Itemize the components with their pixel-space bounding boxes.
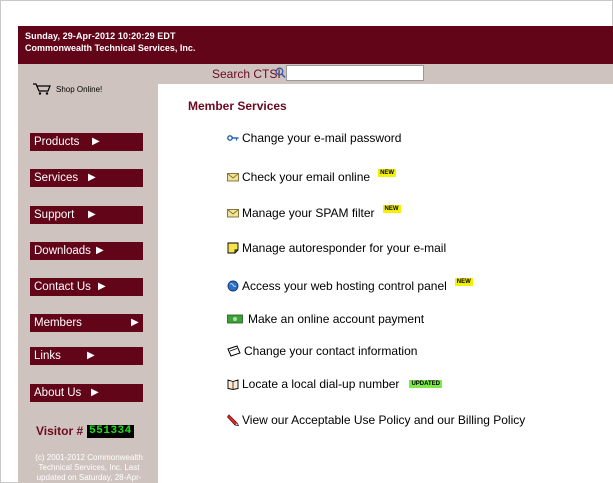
dialup-number-label: Locate a local dial-up number: [242, 377, 400, 391]
right-arrow-icon: ▶: [98, 281, 106, 292]
change-password-label: Change your e-mail password: [242, 131, 402, 145]
window-border-left: [0, 0, 1, 483]
shop-online-link[interactable]: Shop Online!: [32, 83, 102, 95]
nav-members-label: Members: [34, 317, 82, 329]
envelope-icon: [227, 209, 239, 218]
right-arrow-icon: ▶: [96, 245, 104, 256]
nav-services-button[interactable]: Services ▶: [30, 169, 143, 187]
copyright-text: (c) 2001-2012 Commonwealth Technical Ser…: [35, 453, 143, 482]
check-email-link[interactable]: Check your email online NEW: [227, 169, 397, 184]
nav-links-button[interactable]: Links ▶: [30, 347, 143, 365]
policy-label: View our Acceptable Use Policy and our B…: [242, 413, 526, 427]
sidebar: Shop Online! Products ▶ Services ▶ Suppo…: [18, 64, 158, 483]
right-arrow-icon: ▶: [87, 350, 95, 361]
nav-contact-label: Contact Us: [34, 281, 91, 293]
right-arrow-icon: ▶: [92, 136, 100, 147]
check-email-label: Check your email online: [242, 170, 371, 184]
visitor-count: 551334: [87, 424, 134, 438]
contact-info-label: Change your contact information: [244, 344, 418, 358]
dialup-number-link[interactable]: Locate a local dial-up number UPDATED: [227, 377, 442, 391]
spam-filter-label: Manage your SPAM filter: [242, 206, 375, 220]
search-bar: Search CTSI: [158, 64, 613, 84]
nav-links-label: Links: [34, 350, 61, 362]
header-banner: Sunday, 29-Apr-2012 10:20:29 EDT Commonw…: [18, 26, 613, 64]
new-badge: NEW: [382, 205, 401, 213]
updated-badge: UPDATED: [409, 380, 442, 388]
account-payment-link[interactable]: Make an online account payment: [227, 312, 424, 326]
autoresponder-label: Manage autoresponder for your e-mail: [242, 241, 447, 255]
policy-link[interactable]: View our Acceptable Use Policy and our B…: [227, 413, 525, 427]
policy-icon: [227, 414, 239, 426]
globe-icon: [227, 280, 239, 292]
search-label: Search CTSI: [212, 67, 281, 81]
new-badge: NEW: [454, 278, 473, 286]
nav-downloads-label: Downloads: [34, 245, 91, 257]
new-badge: NEW: [378, 169, 397, 177]
search-input[interactable]: [286, 65, 424, 81]
contact-info-link[interactable]: Change your contact information: [227, 344, 417, 358]
card-icon: [227, 345, 241, 357]
nav-services-label: Services: [34, 172, 79, 184]
envelope-icon: [227, 173, 239, 182]
nav-support-button[interactable]: Support ▶: [30, 206, 143, 224]
visitor-label: Visitor #: [36, 424, 84, 438]
control-panel-link[interactable]: Access your web hosting control panel NE…: [227, 278, 473, 293]
autoresponder-link[interactable]: Manage autoresponder for your e-mail: [227, 241, 446, 255]
nav-products-label: Products: [34, 136, 80, 148]
shop-online-label: Shop Online!: [56, 84, 103, 94]
account-payment-label: Make an online account payment: [248, 312, 425, 326]
current-date: Sunday, 29-Apr-2012 10:20:29 EDT: [25, 31, 176, 41]
right-arrow-icon: ▶: [88, 209, 96, 220]
change-password-link[interactable]: Change your e-mail password: [227, 131, 401, 145]
note-icon: [227, 242, 239, 254]
right-arrow-icon: ▶: [131, 317, 139, 328]
page-title: Member Services: [188, 99, 287, 113]
key-icon: [227, 135, 239, 141]
nav-support-label: Support: [34, 209, 75, 221]
visitor-counter: Visitor # 551334: [36, 424, 134, 438]
nav-downloads-button[interactable]: Downloads ▶: [30, 242, 143, 260]
spam-filter-link[interactable]: Manage your SPAM filter NEW: [227, 205, 401, 220]
nav-products-button[interactable]: Products ▶: [30, 133, 143, 151]
cart-icon: [33, 83, 51, 95]
control-panel-label: Access your web hosting control panel: [242, 279, 447, 293]
company-name: Commonwealth Technical Services, Inc.: [25, 43, 196, 53]
nav-contact-button[interactable]: Contact Us ▶: [30, 278, 143, 296]
nav-about-button[interactable]: About Us ▶: [30, 384, 143, 402]
window-border-top: [0, 0, 613, 1]
book-icon: [227, 379, 239, 390]
search-icon: [275, 67, 286, 79]
nav-about-label: About Us: [34, 387, 82, 399]
right-arrow-icon: ▶: [91, 387, 99, 398]
money-icon: [227, 314, 243, 324]
nav-members-button[interactable]: Members ▶: [30, 314, 143, 332]
right-arrow-icon: ▶: [88, 172, 96, 183]
